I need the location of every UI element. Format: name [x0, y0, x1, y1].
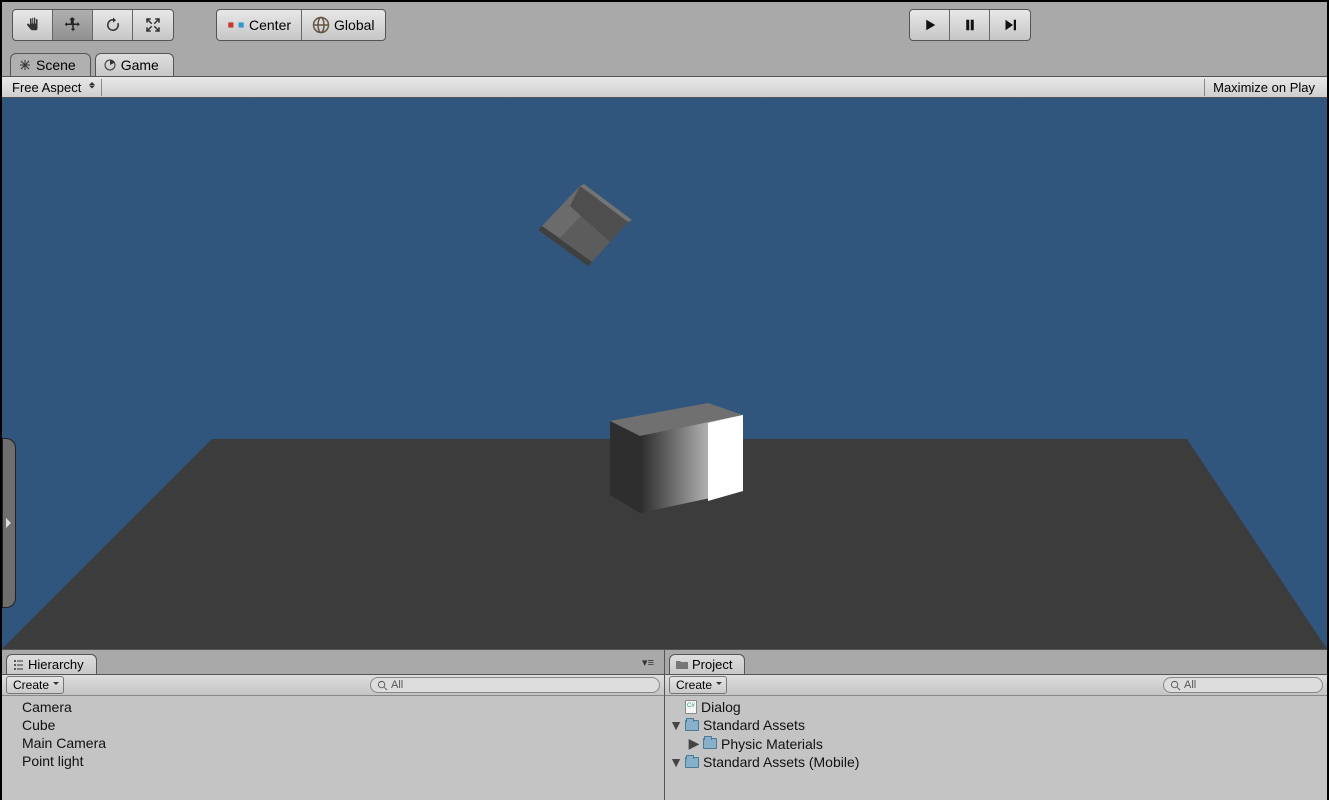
maximize-label: Maximize on Play	[1213, 80, 1315, 95]
top-toolbar: Center Global	[2, 2, 1327, 48]
hierarchy-search[interactable]: All	[370, 677, 660, 693]
folder-icon	[685, 757, 699, 768]
globe-icon	[312, 16, 330, 34]
floating-cube	[520, 178, 640, 298]
hierarchy-panel: Hierarchy ▾≡ Create All CameraCubeMain C…	[2, 650, 665, 800]
expand-arrow-icon[interactable]: ▶	[689, 735, 699, 752]
pause-button[interactable]	[950, 10, 990, 40]
scale-tool-button[interactable]	[133, 10, 173, 40]
play-button[interactable]	[910, 10, 950, 40]
project-item-label: Standard Assets (Mobile)	[703, 754, 859, 770]
project-tree: Dialog▼Standard Assets▶Physic Materials▼…	[665, 696, 1327, 800]
side-handle[interactable]	[2, 438, 16, 608]
project-item[interactable]: ▼ Standard Assets	[665, 716, 1327, 734]
hierarchy-tab[interactable]: Hierarchy	[6, 654, 97, 674]
pivot-space-group: Center Global	[216, 9, 386, 41]
create-label: Create	[13, 678, 49, 692]
project-panel: Project Create All Dialog ▼ Standard Asset…	[665, 650, 1327, 800]
center-icon	[227, 16, 245, 34]
tab-game-label: Game	[121, 57, 159, 73]
game-viewport[interactable]	[2, 98, 1327, 650]
tab-game[interactable]: Game	[95, 53, 174, 76]
game-bar: Free Aspect Maximize on Play	[2, 76, 1327, 98]
project-create-dropdown[interactable]: Create	[669, 676, 727, 694]
bottom-panels: Hierarchy ▾≡ Create All CameraCubeMain C…	[2, 650, 1327, 800]
tab-scene[interactable]: Scene	[10, 53, 91, 76]
tab-scene-label: Scene	[36, 57, 76, 73]
main-tab-row: Scene Game	[2, 48, 1327, 76]
pivot-label: Center	[249, 17, 291, 33]
pivot-toggle-button[interactable]: Center	[217, 10, 302, 40]
project-toolbar: Create All	[665, 674, 1327, 696]
project-item-label: Standard Assets	[703, 717, 805, 733]
rotate-tool-button[interactable]	[93, 10, 133, 40]
search-icon	[377, 680, 388, 691]
hierarchy-tab-row: Hierarchy ▾≡	[2, 650, 664, 674]
hierarchy-item[interactable]: Cube	[2, 716, 664, 734]
project-search[interactable]: All	[1163, 677, 1323, 693]
playback-group	[909, 9, 1031, 41]
hierarchy-toolbar: Create All	[2, 674, 664, 696]
space-label: Global	[334, 17, 374, 33]
project-item[interactable]: ▶ Physic Materials	[665, 734, 1327, 753]
hierarchy-item[interactable]: Main Camera	[2, 734, 664, 752]
white-block	[610, 403, 755, 513]
project-tab[interactable]: Project	[669, 654, 745, 674]
search-value: All	[1184, 679, 1196, 691]
expand-arrow-icon[interactable]: ▼	[671, 717, 681, 733]
project-tab-row: Project	[665, 650, 1327, 674]
hierarchy-title: Hierarchy	[28, 657, 84, 672]
aspect-dropdown[interactable]: Free Aspect	[6, 79, 102, 96]
create-label: Create	[676, 678, 712, 692]
step-button[interactable]	[990, 10, 1030, 40]
scene-icon	[19, 59, 31, 71]
folder-icon	[676, 659, 688, 670]
hand-tool-button[interactable]	[13, 10, 53, 40]
aspect-label: Free Aspect	[12, 80, 81, 95]
hierarchy-list: CameraCubeMain CameraPoint light	[2, 696, 664, 800]
expand-arrow-icon[interactable]: ▼	[671, 754, 681, 770]
hierarchy-icon	[13, 659, 24, 670]
project-item[interactable]: ▼ Standard Assets (Mobile)	[665, 753, 1327, 771]
folder-icon	[703, 738, 717, 749]
hierarchy-item[interactable]: Camera	[2, 698, 664, 716]
search-value: All	[391, 679, 403, 691]
move-tool-button[interactable]	[53, 10, 93, 40]
maximize-on-play-toggle[interactable]: Maximize on Play	[1204, 79, 1323, 96]
project-title: Project	[692, 657, 732, 672]
transform-tool-group	[12, 9, 174, 41]
project-item[interactable]: Dialog	[665, 698, 1327, 716]
folder-icon	[685, 720, 699, 731]
game-icon	[104, 59, 116, 71]
search-icon	[1170, 680, 1181, 691]
project-item-label: Physic Materials	[721, 736, 823, 752]
hierarchy-create-dropdown[interactable]: Create	[6, 676, 64, 694]
project-item-label: Dialog	[701, 699, 741, 715]
space-toggle-button[interactable]: Global	[302, 10, 384, 40]
hierarchy-options-icon[interactable]: ▾≡	[642, 656, 654, 669]
script-icon	[685, 700, 697, 714]
hierarchy-item[interactable]: Point light	[2, 752, 664, 770]
